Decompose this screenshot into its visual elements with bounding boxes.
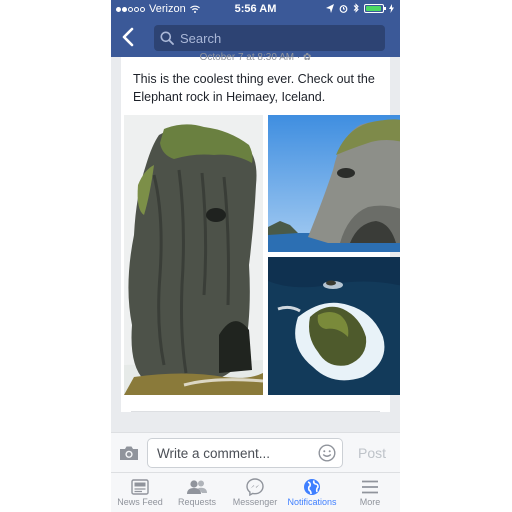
comment-input[interactable]: [155, 444, 319, 462]
location-arrow-icon: [326, 3, 334, 13]
menu-icon: [362, 480, 378, 494]
alarm-icon: [339, 4, 348, 13]
friend-requests-icon: [187, 480, 207, 494]
status-bar: Verizon 5:56 AM: [111, 0, 400, 20]
post-card: October 7 at 8:30 AM · ✿ This is the coo…: [121, 52, 400, 412]
tab-news-feed[interactable]: News Feed: [111, 477, 169, 507]
news-feed-icon: [131, 479, 149, 495]
tab-label-notifications: Notifications: [287, 497, 337, 507]
card-divider: [131, 411, 380, 412]
tab-notifications[interactable]: Notifications: [283, 477, 341, 507]
tab-label-requests: Requests: [177, 497, 217, 507]
camera-icon: [120, 446, 138, 460]
tab-label-more: More: [359, 497, 381, 507]
post-timestamp: October 7 at 8:30 AM · ✿: [199, 52, 312, 63]
tab-requests[interactable]: Requests: [168, 477, 226, 507]
tab-messenger[interactable]: Messenger: [226, 477, 284, 507]
tab-label-messenger: Messenger: [232, 497, 278, 507]
tab-label-news-feed: News Feed: [117, 497, 163, 507]
photo-elephant-rock-side[interactable]: [268, 115, 400, 252]
charging-bolt-icon: [389, 3, 394, 13]
tab-bar: News Feed Requests Messenger Notificatio…: [111, 472, 400, 512]
emoji-icon[interactable]: [318, 444, 336, 462]
chevron-left-icon: [122, 27, 134, 47]
post-text: This is the coolest thing ever. Check ou…: [133, 72, 375, 104]
back-button[interactable]: [122, 27, 134, 51]
comment-field[interactable]: [147, 438, 343, 468]
search-box[interactable]: [154, 25, 385, 51]
battery-icon: [364, 3, 386, 13]
tab-more[interactable]: More: [341, 477, 399, 507]
photo-elephant-rock-cliff[interactable]: [124, 115, 263, 395]
comment-bar: Post: [111, 432, 400, 473]
status-right: [326, 3, 394, 13]
globe-icon: [304, 479, 320, 495]
bluetooth-icon: [353, 3, 359, 13]
search-icon: [160, 31, 174, 45]
search-input[interactable]: [178, 29, 372, 47]
camera-button[interactable]: [119, 445, 139, 466]
phone-screen: Verizon 5:56 AM October 7 at 8:30 AM · ✿: [111, 0, 400, 512]
messenger-icon: [246, 478, 264, 496]
photo-heimaey-aerial[interactable]: [268, 257, 400, 395]
post-comment-button[interactable]: Post: [358, 445, 386, 461]
